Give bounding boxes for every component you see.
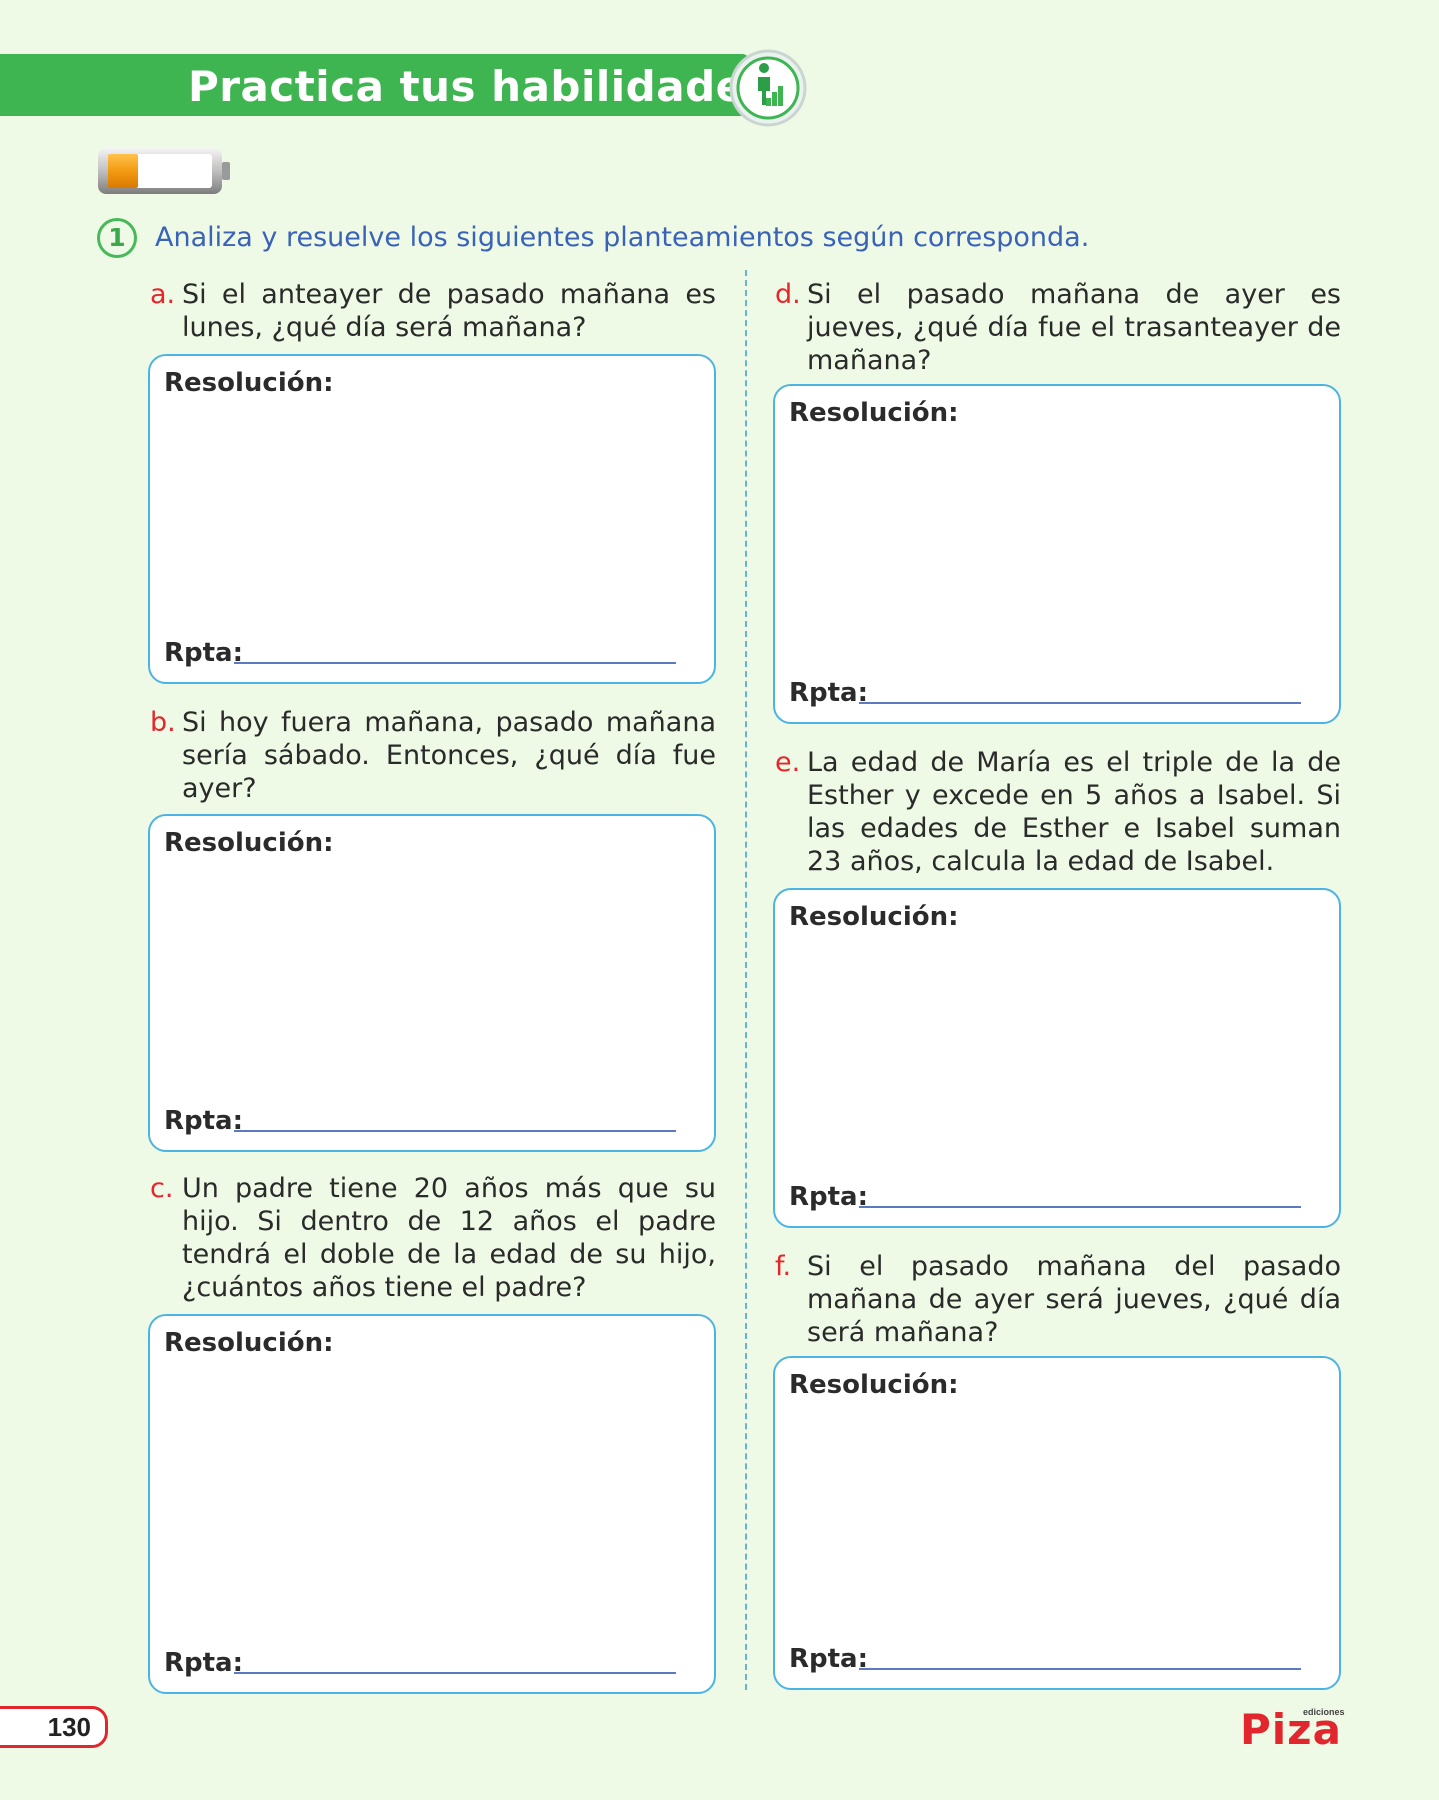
problem-text: Si el pasado mañana del pasado mañana de…: [807, 1251, 1341, 1348]
answer-label: Rpta:: [789, 1644, 869, 1674]
problem-letter: b.: [150, 707, 176, 738]
resolution-label: Resolución:: [789, 1370, 959, 1400]
problem-text: Si el pasado mañana de ayer es jueves, ¿…: [807, 279, 1341, 376]
answer-label: Rpta:: [164, 1106, 244, 1136]
column-divider: [745, 270, 747, 1690]
answer-label: Rpta:: [164, 638, 244, 668]
problem-letter: a.: [150, 279, 176, 310]
problem-e: e. La edad de María es el triple de la d…: [775, 746, 1341, 884]
resolution-label: Resolución:: [164, 1328, 334, 1358]
answer-label: Rpta:: [164, 1648, 244, 1678]
climbing-stairs-icon: [729, 49, 807, 127]
answer-label: Rpta:: [789, 1182, 869, 1212]
resolution-box-d[interactable]: Resolución: Rpta:: [773, 384, 1341, 724]
answer-line[interactable]: [859, 1206, 1301, 1208]
page-title: Practica tus habilidades: [188, 62, 771, 111]
problem-d: d. Si el pasado mañana de ayer es jueves…: [775, 278, 1341, 382]
resolution-label: Resolución:: [164, 368, 334, 398]
problem-letter: d.: [775, 279, 801, 310]
answer-line[interactable]: [234, 662, 676, 664]
problem-a: a. Si el anteayer de pasado mañana es lu…: [150, 278, 716, 348]
answer-line[interactable]: [859, 702, 1301, 704]
problem-text: La edad de María es el triple de la de E…: [807, 747, 1341, 877]
answer-line[interactable]: [234, 1672, 676, 1674]
page-number: 130: [0, 1706, 108, 1748]
problem-b: b. Si hoy fuera mañana, pasado mañana se…: [150, 706, 716, 810]
resolution-label: Resolución:: [789, 902, 959, 932]
battery-low-icon: [98, 148, 230, 194]
instruction-text: Analiza y resuelve los siguientes plante…: [155, 222, 1090, 253]
problem-letter: e.: [775, 747, 801, 778]
publisher-logo-subtitle: ediciones: [1303, 1707, 1345, 1717]
answer-label: Rpta:: [789, 678, 869, 708]
answer-line[interactable]: [234, 1130, 676, 1132]
resolution-box-e[interactable]: Resolución: Rpta:: [773, 888, 1341, 1228]
resolution-box-f[interactable]: Resolución: Rpta:: [773, 1356, 1341, 1690]
problem-c: c. Un padre tiene 20 años más que su hij…: [150, 1172, 716, 1310]
answer-line[interactable]: [859, 1668, 1301, 1670]
resolution-label: Resolución:: [164, 828, 334, 858]
resolution-box-c[interactable]: Resolución: Rpta:: [148, 1314, 716, 1694]
problem-f: f. Si el pasado mañana del pasado mañana…: [775, 1250, 1341, 1354]
problem-text: Si el anteayer de pasado mañana es lunes…: [182, 279, 716, 343]
problem-letter: f.: [775, 1251, 792, 1282]
problem-text: Si hoy fuera mañana, pasado mañana sería…: [182, 707, 716, 804]
resolution-label: Resolución:: [789, 398, 959, 428]
problem-text: Un padre tiene 20 años más que su hijo. …: [182, 1173, 716, 1303]
resolution-box-a[interactable]: Resolución: Rpta:: [148, 354, 716, 684]
problem-letter: c.: [150, 1173, 174, 1204]
resolution-box-b[interactable]: Resolución: Rpta:: [148, 814, 716, 1152]
instruction-number: 1: [97, 218, 137, 258]
